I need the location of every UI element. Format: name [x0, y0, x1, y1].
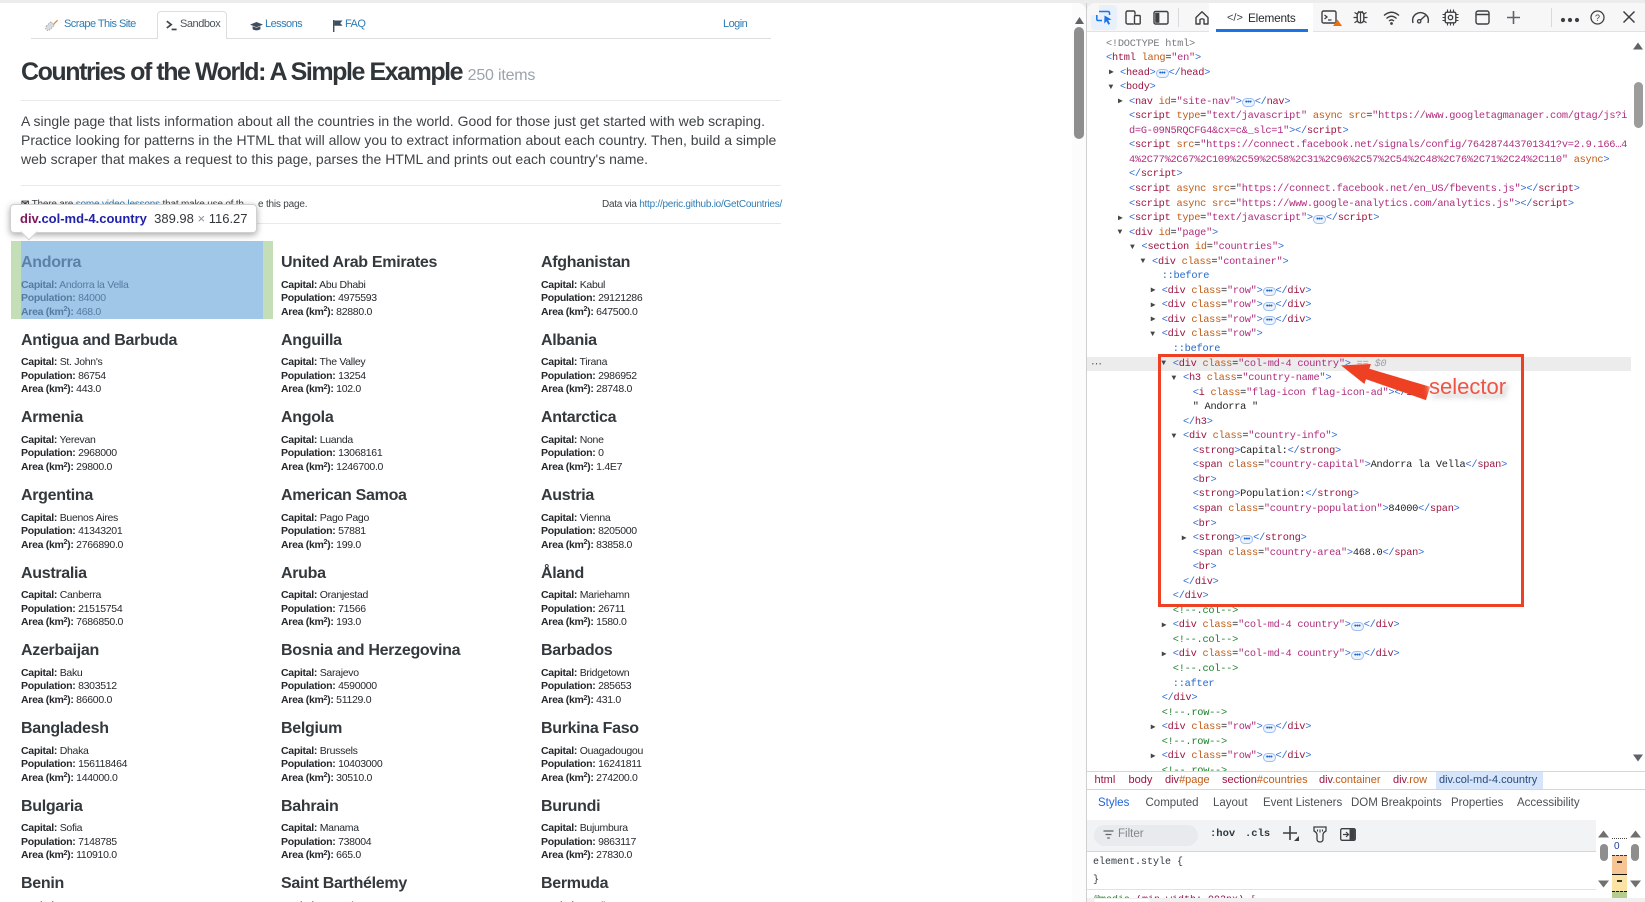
svg-text:?: ?: [1595, 13, 1600, 23]
